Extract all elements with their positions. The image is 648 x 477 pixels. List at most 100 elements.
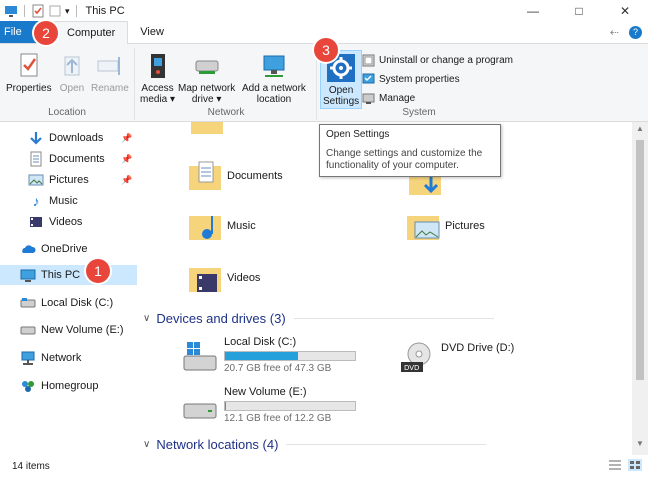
sidebar-item-label: Network [41,352,82,364]
sidebar-item-pictures[interactable]: Pictures 📌 [0,170,137,190]
windows-disk-icon [183,342,217,371]
document-icon [30,151,42,167]
sidebar-item-network[interactable]: Network [0,348,137,368]
map-drive-label-1: Map network [178,83,236,94]
folder-label: Documents [227,170,283,182]
section-devices-and-drives[interactable]: ∨ Devices and drives (3) [143,311,494,326]
pin-icon: 📌 [121,153,133,164]
access-media-button[interactable]: Access media ▾ [140,51,175,105]
videos-folder-icon [189,268,221,292]
tab-view[interactable]: View [128,21,176,43]
sidebar-item-label: Local Disk (C:) [41,297,114,309]
disk-icon [20,298,36,308]
properties-button[interactable]: Properties [6,51,52,94]
help-icon[interactable]: ? [629,26,642,39]
drive-usage-bar [224,351,356,361]
folder-music[interactable]: Music [187,208,256,244]
uninstall-program-button[interactable]: Uninstall or change a program [362,52,513,68]
pictures-folder-icon [407,216,440,240]
add-location-label-1: Add a network [242,83,306,94]
vertical-scrollbar[interactable]: ▲ ▼ [632,122,648,455]
tooltip-title: Open Settings [326,129,390,140]
separator [24,5,25,17]
uninstall-label: Uninstall or change a program [379,54,513,66]
homegroup-icon [22,381,34,392]
network-location-icon [263,55,285,77]
properties-check-icon[interactable] [31,4,45,18]
separator [75,5,77,17]
add-location-label-2: location [256,94,292,105]
sidebar-item-label: Homegroup [41,380,99,392]
rename-button[interactable]: Rename [91,51,129,94]
folder-documents[interactable]: Documents [187,158,283,194]
ribbon-group-location: Properties Open Rename Location [0,48,135,120]
manage-label: Manage [379,92,416,104]
drive-dvd-d[interactable]: DVD DVD Drive (D:) [399,336,514,376]
map-network-drive-button[interactable]: Map network drive ▾ [178,51,235,105]
sidebar-item-documents[interactable]: Documents 📌 [0,149,137,169]
sidebar-item-downloads[interactable]: Downloads 📌 [0,128,137,148]
section-network-locations[interactable]: ∨ Network locations (4) [143,437,487,452]
minimize-button[interactable]: — [510,0,556,22]
ribbon-controls: ⇠ ? [610,26,642,39]
properties-icon [20,53,38,77]
drive-free-space: 20.7 GB free of 47.3 GB [224,363,332,374]
callout-2: 2 [34,21,58,45]
window-controls: — □ ✕ [510,0,648,22]
folder-pictures[interactable]: Pictures [405,208,485,244]
sidebar-item-label: Downloads [49,132,104,144]
tab-computer[interactable]: Computer [46,21,129,44]
music-note-icon: ♪ [32,193,40,209]
computer-icon[interactable] [4,4,18,18]
drive-name: New Volume (E:) [224,386,307,398]
close-button[interactable]: ✕ [602,0,648,22]
drive-new-volume-e[interactable]: New Volume (E:) 12.1 GB free of 12.2 GB [182,386,356,426]
sidebar-item-videos[interactable]: Videos [0,212,137,232]
scrollbar-thumb[interactable] [636,140,644,380]
details-view-icon[interactable] [608,459,622,471]
access-media-label-1: Access [141,83,174,94]
sidebar-item-new-volume-e[interactable]: New Volume (E:) [0,320,137,340]
quick-access-toolbar: ▾ [0,4,80,18]
open-arrow-icon [64,56,80,76]
drive-usage-fill [225,402,227,410]
sidebar-item-music[interactable]: ♪ Music [0,191,137,211]
group-label-location: Location [48,107,86,118]
pin-icon: 📌 [121,174,133,185]
view-switcher [608,459,642,471]
system-properties-button[interactable]: System properties [362,71,460,87]
drive-name: DVD Drive (D:) [441,342,515,354]
section-title: Devices and drives (3) [156,311,286,326]
sidebar-item-local-disk-c[interactable]: Local Disk (C:) [0,293,137,313]
sidebar-item-label: This PC [41,269,81,281]
scroll-down-arrow-icon[interactable]: ▼ [632,439,648,453]
drive-info: Local Disk (C:) 20.7 GB free of 47.3 GB [224,336,356,376]
pin-ribbon-icon[interactable]: ⇠ [610,26,619,39]
open-settings-label-2: Settings [323,96,360,107]
open-button[interactable]: Open [57,51,87,94]
new-folder-icon[interactable] [48,4,62,18]
map-drive-label-2: drive ▾ [191,94,222,105]
cloud-icon [22,245,36,253]
large-icons-view-icon[interactable] [628,459,642,471]
customize-qa-chevron-icon[interactable]: ▾ [65,6,70,17]
uninstall-icon [362,54,375,66]
navigation-pane: Downloads 📌 Documents 📌 Pictures 📌 ♪ Mus… [0,122,137,455]
sidebar-item-label: OneDrive [41,243,88,255]
add-network-location-button[interactable]: Add a network location [242,51,306,105]
callout-1: 1 [86,259,110,283]
sidebar-item-homegroup[interactable]: Homegroup [0,376,137,396]
sidebar-item-onedrive[interactable]: OneDrive [0,239,137,259]
download-arrow-icon [30,132,42,145]
maximize-button[interactable]: □ [556,0,602,22]
rename-label: Rename [91,83,129,94]
video-icon [30,217,42,227]
status-bar: 14 items [0,455,648,477]
sidebar-item-this-pc[interactable]: This PC [0,265,137,285]
folder-videos[interactable]: Videos [187,260,260,296]
drive-local-disk-c[interactable]: Local Disk (C:) 20.7 GB free of 47.3 GB [182,336,356,376]
folder-label: Pictures [445,220,485,232]
scroll-up-arrow-icon[interactable]: ▲ [632,124,648,138]
manage-button[interactable]: Manage [362,90,415,106]
sidebar-item-label: New Volume (E:) [41,324,124,336]
